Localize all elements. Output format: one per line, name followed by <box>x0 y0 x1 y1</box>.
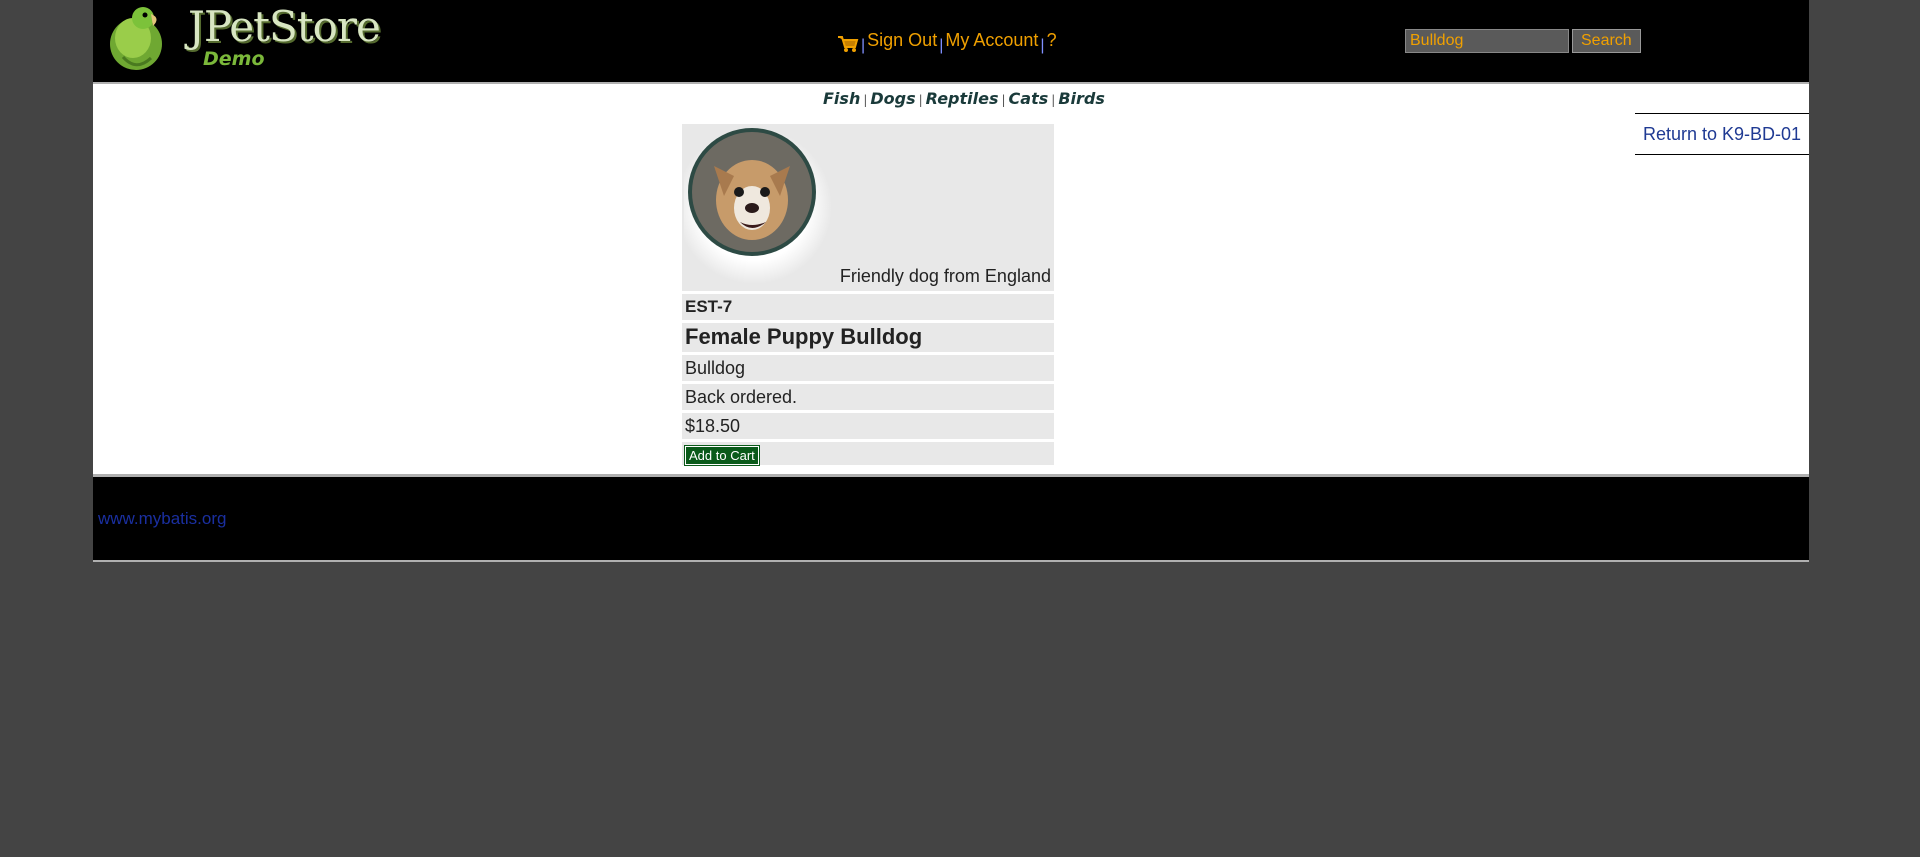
add-to-cart-button[interactable]: Add to Cart <box>684 445 760 466</box>
back-link-box: Return to K9-BD-01 <box>1635 113 1809 155</box>
search-input[interactable] <box>1405 29 1569 53</box>
mybatis-link[interactable]: www.mybatis.org <box>98 509 226 529</box>
logo-subtitle: Demo <box>203 48 265 70</box>
quicklink-cats[interactable]: Cats <box>1009 89 1049 108</box>
item-name: Female Puppy Bulldog <box>682 323 1054 352</box>
item-description: Friendly dog from England <box>839 266 1051 286</box>
menu-separator: | <box>939 37 944 54</box>
item-attribute: Bulldog <box>682 355 1054 381</box>
header-menu: | Sign Out | My Account |? <box>837 30 1057 56</box>
add-to-cart-cell: Add to Cart <box>682 442 1054 466</box>
dog-photo <box>684 128 832 284</box>
shopping-cart-icon[interactable] <box>837 35 859 53</box>
item-stock-status: Back ordered. <box>682 384 1054 410</box>
page-wrapper: JPetStore Demo |Sign Out|My Account|? Se… <box>93 0 1809 562</box>
quicklink-dogs[interactable]: Dogs <box>870 89 915 108</box>
item-detail-table: Friendly dog from England EST-7 Female P… <box>682 124 1054 468</box>
main-content: Fish | Dogs | Reptiles | Cats | Birds Return to … <box>93 84 1809 477</box>
quicklink-reptiles[interactable]: Reptiles <box>926 89 999 108</box>
footer: www.mybatis.org <box>93 477 1809 562</box>
quicklink-birds[interactable]: Birds <box>1058 89 1105 108</box>
search-form: Search <box>1405 29 1641 53</box>
sign-out-link[interactable]: Sign Out <box>867 30 937 50</box>
item-image-cell: Friendly dog from England <box>682 124 1054 291</box>
header: JPetStore Demo |Sign Out|My Account|? Se… <box>93 0 1809 84</box>
return-to-product-link[interactable]: Return to K9-BD-01 <box>1643 124 1801 145</box>
search-button[interactable]: Search <box>1572 29 1641 53</box>
logo[interactable]: JPetStore Demo <box>103 2 381 72</box>
help-link[interactable]: ? <box>1047 30 1057 50</box>
menu-separator: | <box>1040 37 1045 54</box>
my-account-link[interactable]: My Account <box>945 30 1038 50</box>
category-quicklinks: Fish | Dogs | Reptiles | Cats | Birds <box>823 89 1105 108</box>
menu-separator: | <box>861 37 866 54</box>
quicklink-fish[interactable]: Fish <box>823 89 860 108</box>
item-id: EST-7 <box>682 294 1054 320</box>
parrot-logo-icon <box>110 7 162 70</box>
item-price: $18.50 <box>682 413 1054 439</box>
logo-title: JPetStore <box>188 2 381 51</box>
